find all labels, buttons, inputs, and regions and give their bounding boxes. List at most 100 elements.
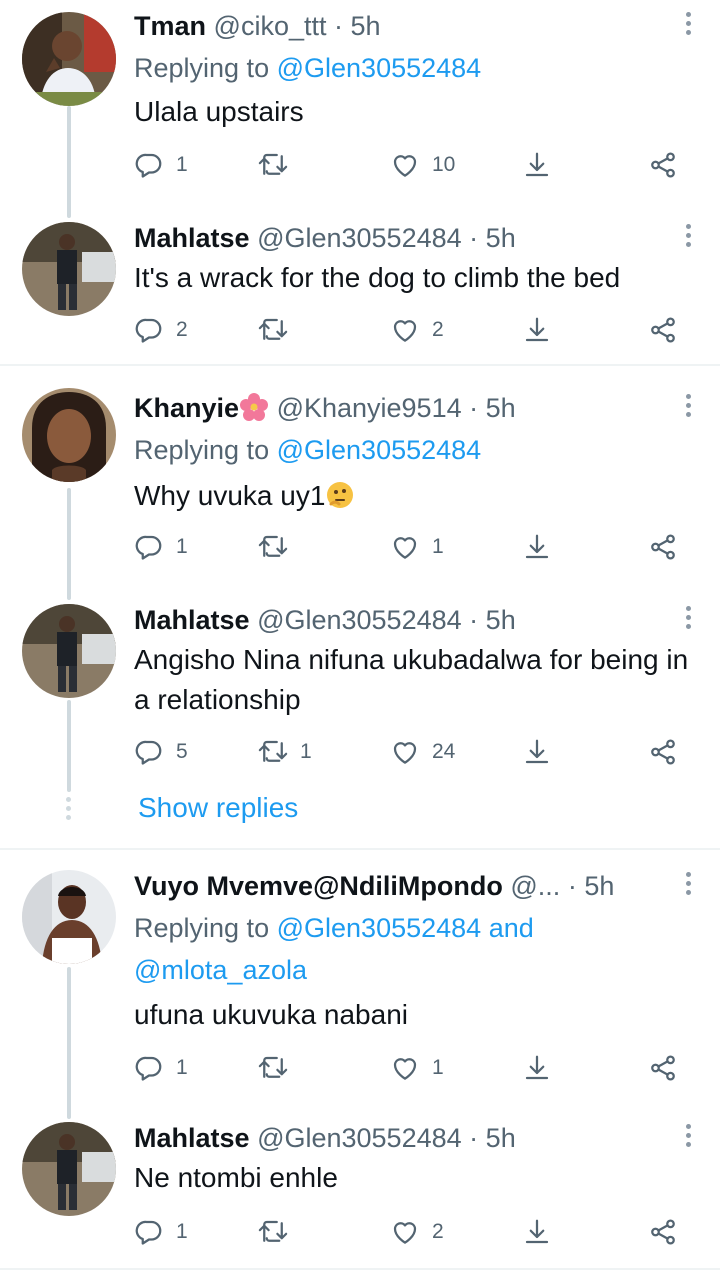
like-icon bbox=[390, 737, 420, 767]
like-icon bbox=[390, 150, 420, 180]
reply-icon bbox=[134, 315, 164, 345]
like-button[interactable]: 10 bbox=[390, 145, 455, 185]
like-count: 1 bbox=[432, 535, 444, 558]
user-handle[interactable]: @Glen30552484 bbox=[257, 223, 462, 253]
retweet-button[interactable] bbox=[258, 1048, 300, 1088]
like-button[interactable]: 1 bbox=[390, 1048, 444, 1088]
share-button[interactable] bbox=[648, 732, 678, 772]
display-name[interactable]: Khanyie bbox=[134, 393, 239, 423]
retweet-button[interactable] bbox=[258, 1212, 300, 1252]
more-icon[interactable] bbox=[682, 394, 694, 424]
tweet-card[interactable]: Mahlatse @Glen30552484 · 5h It's a wrack… bbox=[0, 220, 720, 360]
share-icon bbox=[648, 1053, 678, 1083]
tweet-card[interactable]: Mahlatse @Glen30552484 · 5h Angisho Nina… bbox=[0, 602, 720, 782]
reply-button[interactable]: 1 bbox=[134, 1048, 188, 1088]
replying-to-prefix: Replying to bbox=[134, 435, 270, 465]
hibiscus-flower-emoji bbox=[240, 393, 269, 421]
share-button[interactable] bbox=[648, 527, 678, 567]
like-icon bbox=[390, 315, 420, 345]
retweet-count: 1 bbox=[300, 740, 312, 763]
replying-to-prefix: Replying to bbox=[134, 913, 270, 943]
reply-icon bbox=[134, 532, 164, 562]
avatar[interactable] bbox=[22, 870, 116, 964]
save-button[interactable] bbox=[522, 732, 552, 772]
mention-link[interactable]: @Glen30552484 bbox=[277, 435, 482, 465]
reply-count: 1 bbox=[176, 535, 188, 558]
like-count: 24 bbox=[432, 740, 456, 763]
more-icon[interactable] bbox=[682, 606, 694, 636]
reply-icon bbox=[134, 737, 164, 767]
retweet-button[interactable] bbox=[258, 527, 300, 567]
tweet-card[interactable]: Khanyie @Khanyie9514 · 5h Replying to @G… bbox=[0, 388, 720, 590]
mention-link[interactable]: @mlota_azola bbox=[134, 955, 307, 985]
like-button[interactable]: 1 bbox=[390, 527, 444, 567]
timestamp[interactable]: 5h bbox=[351, 11, 381, 41]
reply-button[interactable]: 5 bbox=[134, 732, 188, 772]
avatar[interactable] bbox=[22, 222, 116, 316]
display-name[interactable]: Mahlatse bbox=[134, 1123, 250, 1153]
mention-link[interactable]: @Glen30552484 bbox=[277, 53, 482, 83]
retweet-button[interactable]: 1 bbox=[258, 732, 312, 772]
save-button[interactable] bbox=[522, 1048, 552, 1088]
retweet-button[interactable] bbox=[258, 145, 300, 185]
share-icon bbox=[648, 532, 678, 562]
avatar[interactable] bbox=[22, 604, 116, 698]
reply-button[interactable]: 1 bbox=[134, 527, 188, 567]
retweet-icon bbox=[258, 532, 288, 562]
retweet-icon bbox=[258, 315, 288, 345]
show-replies-link[interactable]: Show replies bbox=[138, 792, 298, 824]
retweet-button[interactable] bbox=[258, 310, 300, 350]
tweet-card[interactable]: Vuyo Mvemve@NdiliMpondo @... · 5h Replyi… bbox=[0, 868, 720, 1108]
user-handle[interactable]: @Glen30552484 bbox=[257, 1123, 462, 1153]
more-icon[interactable] bbox=[682, 12, 694, 42]
reply-icon bbox=[134, 1053, 164, 1083]
tweet-header: Mahlatse @Glen30552484 · 5h bbox=[134, 602, 676, 638]
share-button[interactable] bbox=[648, 310, 678, 350]
like-button[interactable]: 2 bbox=[390, 310, 444, 350]
display-name[interactable]: Tman bbox=[134, 11, 206, 41]
reply-button[interactable]: 2 bbox=[134, 310, 188, 350]
like-icon bbox=[390, 1053, 420, 1083]
reply-count: 1 bbox=[176, 153, 188, 176]
share-icon bbox=[648, 150, 678, 180]
tweet-card[interactable]: Tman @ciko_ttt · 5h Replying to @Glen305… bbox=[0, 8, 720, 208]
tweet-text: Ulala upstairs bbox=[134, 96, 304, 127]
more-icon[interactable] bbox=[682, 872, 694, 902]
retweet-icon bbox=[258, 150, 288, 180]
more-icon[interactable] bbox=[682, 1124, 694, 1154]
share-button[interactable] bbox=[648, 145, 678, 185]
share-button[interactable] bbox=[648, 1048, 678, 1088]
mention-link[interactable]: @Glen30552484 bbox=[277, 913, 482, 943]
separator-dot: · bbox=[469, 1123, 479, 1153]
display-name[interactable]: Mahlatse bbox=[134, 605, 250, 635]
user-handle[interactable]: @... bbox=[510, 871, 560, 901]
save-button[interactable] bbox=[522, 527, 552, 567]
more-icon[interactable] bbox=[682, 224, 694, 254]
like-button[interactable]: 24 bbox=[390, 732, 455, 772]
timestamp[interactable]: 5h bbox=[486, 393, 516, 423]
share-icon bbox=[648, 737, 678, 767]
avatar[interactable] bbox=[22, 12, 116, 106]
save-button[interactable] bbox=[522, 310, 552, 350]
save-button[interactable] bbox=[522, 145, 552, 185]
timestamp[interactable]: 5h bbox=[486, 223, 516, 253]
user-handle[interactable]: @Glen30552484 bbox=[257, 605, 462, 635]
reply-button[interactable]: 1 bbox=[134, 145, 188, 185]
timestamp[interactable]: 5h bbox=[486, 1123, 516, 1153]
share-button[interactable] bbox=[648, 1212, 678, 1252]
like-icon bbox=[390, 1217, 420, 1247]
tweet-card[interactable]: Mahlatse @Glen30552484 · 5h Ne ntombi en… bbox=[0, 1120, 720, 1270]
like-button[interactable]: 2 bbox=[390, 1212, 444, 1252]
avatar[interactable] bbox=[22, 388, 116, 482]
timestamp[interactable]: 5h bbox=[486, 605, 516, 635]
user-handle[interactable]: @ciko_ttt bbox=[214, 11, 327, 41]
avatar[interactable] bbox=[22, 1122, 116, 1216]
reply-button[interactable]: 1 bbox=[134, 1212, 188, 1252]
timestamp[interactable]: 5h bbox=[584, 871, 614, 901]
tweet-divider bbox=[0, 1268, 720, 1270]
display-name[interactable]: Mahlatse bbox=[134, 223, 250, 253]
display-name[interactable]: Vuyo Mvemve@NdiliMpondo bbox=[134, 871, 503, 901]
save-button[interactable] bbox=[522, 1212, 552, 1252]
replying-to-continued: @mlota_azola bbox=[134, 952, 307, 988]
user-handle[interactable]: @Khanyie9514 bbox=[277, 393, 462, 423]
